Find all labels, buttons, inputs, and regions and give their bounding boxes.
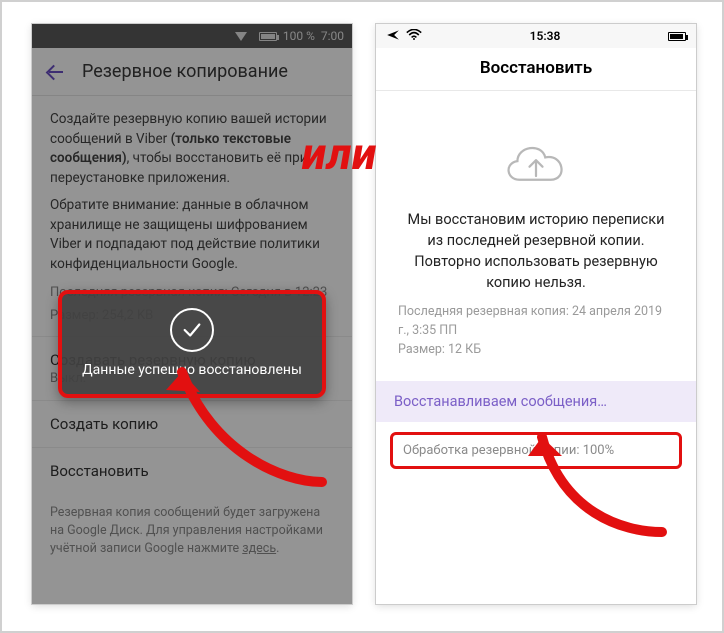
page-title: Резервное копирование (82, 61, 288, 82)
battery-icon (668, 32, 686, 41)
ios-statusbar: 15:38 (376, 24, 696, 48)
ios-screenshot: 15:38 Восстановить Мы восстановим истори… (376, 24, 696, 604)
clock: 15:38 (530, 29, 561, 43)
toast-message: Данные успешно восстановлены (76, 362, 308, 378)
clock: 7:00 (321, 29, 344, 43)
android-statusbar: 100 % 7:00 (32, 24, 352, 48)
page-title: Восстановить (376, 48, 696, 91)
last-backup: Последняя резервная копия: 24 апреля 201… (398, 303, 674, 341)
airplane-icon (386, 28, 400, 45)
row-create[interactable]: Создать копию (32, 400, 352, 447)
footer-note: Резервная копия сообщений будет загружен… (32, 494, 352, 568)
or-label: или (302, 128, 377, 180)
processing-status: Обработка резервной копии: 100% (390, 432, 682, 469)
signal-icon (235, 32, 247, 41)
cloud-upload-icon (376, 91, 696, 209)
checkmark-circle-icon (170, 308, 214, 352)
wifi-icon (406, 29, 422, 44)
battery-icon (259, 32, 277, 41)
back-icon[interactable] (46, 63, 64, 81)
success-toast: Данные успешно восстановлены (58, 290, 326, 398)
backup-size: Размер: 12 КБ (398, 341, 674, 360)
restoring-banner: Восстанавливаем сообщения… (376, 381, 696, 422)
restore-description: Мы восстановим историю переписки из посл… (376, 209, 696, 293)
row-restore[interactable]: Восстановить (32, 447, 352, 494)
battery-text: 100 % (283, 29, 315, 43)
footer-link[interactable]: здесь (242, 541, 276, 556)
footer-text: Резервная копия сообщений будет загружен… (50, 505, 323, 556)
android-appbar: Резервное копирование (32, 48, 352, 96)
android-screenshot: 100 % 7:00 Резервное копирование Создайт… (32, 24, 352, 604)
intro-warn: Обратите внимание: данные в облачном хра… (50, 196, 334, 274)
